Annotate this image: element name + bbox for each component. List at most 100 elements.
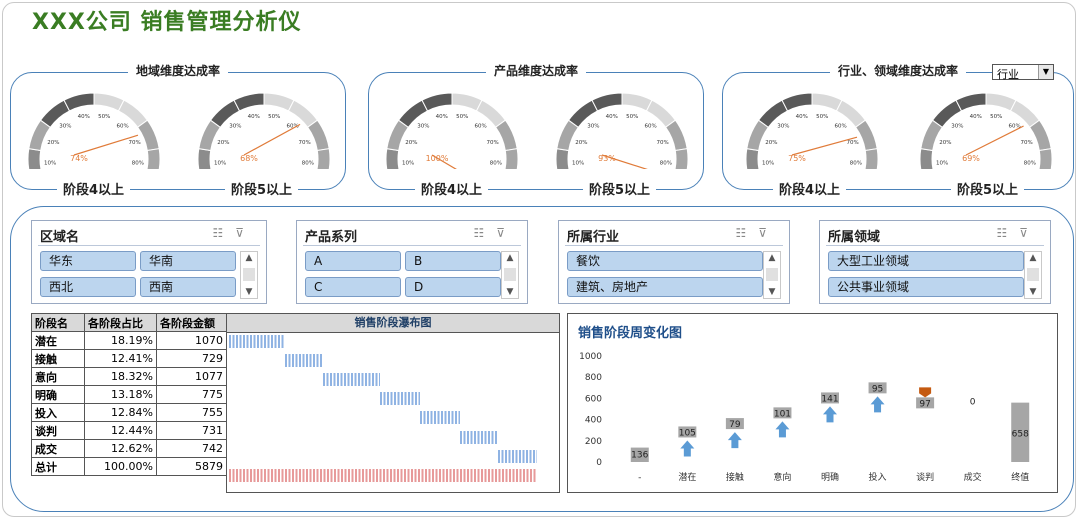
- industry-dimension-select[interactable]: 行业 ▼: [992, 64, 1054, 81]
- gauge-tick-label: 30%: [59, 124, 71, 130]
- slicer-scrollbar[interactable]: ▲ ▼: [1024, 251, 1042, 299]
- waterfall-bar: [379, 392, 421, 406]
- gauge-segment: [136, 119, 160, 152]
- gauge-tick-label: 40%: [606, 114, 618, 120]
- data-label: 141: [821, 394, 838, 404]
- slicer-item-industrial[interactable]: 大型工业领域: [828, 251, 1024, 271]
- gauge-tick-label: 50%: [626, 114, 638, 120]
- chevron-up-icon[interactable]: ▲: [1025, 253, 1041, 263]
- slicer-field: 所属领域 ☷⊽ 大型工业领域 公共事业领域 ▲ ▼: [819, 220, 1051, 304]
- table-row: 意向 18.32% 1077: [31, 367, 227, 386]
- industry-gauge-label-stage4: 阶段4以上: [773, 179, 847, 198]
- slicer-scrollbar[interactable]: ▲ ▼: [501, 251, 519, 299]
- table-cell: 775: [156, 385, 227, 404]
- x-tick-label: 接触: [726, 471, 744, 483]
- gauge-tick-label: 50%: [816, 114, 828, 120]
- increase-arrow: [823, 406, 837, 423]
- table-row: 接触 12.41% 729: [31, 349, 227, 368]
- slicer-scrollbar[interactable]: ▲ ▼: [240, 251, 258, 299]
- gauge-tick-label: 60%: [474, 124, 486, 130]
- waterfall-bar: [285, 354, 324, 368]
- gauge-tick-label: 30%: [229, 124, 241, 130]
- product-gauge-panel: 产品维度达成率 0%10%20%30%40%50%60%70%80%90%100…: [368, 64, 704, 198]
- clear-filter-icon[interactable]: ⊽: [235, 226, 256, 240]
- slicer-item-d[interactable]: D: [405, 277, 501, 297]
- x-tick-label: 投入: [869, 471, 887, 483]
- table-cell: 12.62%: [84, 439, 157, 458]
- gauge-tick-label: 40%: [248, 114, 260, 120]
- chevron-up-icon[interactable]: ▲: [764, 253, 780, 263]
- slicer-field-title: 所属领域: [828, 230, 881, 245]
- increase-arrow: [680, 440, 695, 457]
- gauge-tick-label: 80%: [660, 160, 672, 166]
- gauge-tick-label: 70%: [299, 140, 311, 146]
- gauge-segment: [864, 148, 879, 169]
- slicer-item-huadong[interactable]: 华东: [40, 251, 136, 271]
- increase-arrow: [870, 396, 885, 413]
- industry-gauge-label-stage5: 阶段5以上: [951, 179, 1025, 198]
- multi-select-icon[interactable]: ☷: [212, 226, 235, 240]
- chevron-down-icon[interactable]: ▼: [241, 287, 257, 297]
- waterfall-title: 销售阶段瀑布图: [227, 314, 559, 333]
- slicer-item-b[interactable]: B: [405, 251, 501, 271]
- gauge-segment: [385, 148, 400, 169]
- clear-filter-icon[interactable]: ⊽: [496, 226, 517, 240]
- gauge-tick-label: 70%: [657, 140, 669, 146]
- chevron-down-icon[interactable]: ▼: [502, 287, 518, 297]
- multi-select-icon[interactable]: ☷: [473, 226, 496, 240]
- data-label: 97: [919, 399, 930, 409]
- table-row: 投入 12.84% 755: [31, 403, 227, 422]
- slicer-item-public-utility[interactable]: 公共事业领域: [828, 277, 1024, 297]
- slicer-item-construction[interactable]: 建筑、房地产: [567, 277, 763, 297]
- slicer-item-a[interactable]: A: [305, 251, 401, 271]
- slicer-item-c[interactable]: C: [305, 277, 401, 297]
- region-gauge-stage4: 0%10%20%30%40%50%60%70%80%90%74%: [27, 92, 161, 169]
- chevron-up-icon[interactable]: ▲: [502, 253, 518, 263]
- clear-filter-icon[interactable]: ⊽: [758, 226, 779, 240]
- x-tick-label: 意向: [773, 471, 791, 483]
- gauge-segment: [421, 92, 453, 112]
- slicer-item-xinan[interactable]: 西南: [140, 277, 236, 297]
- gauge-tick-label: 50%: [98, 114, 110, 120]
- gauge-segment: [1028, 119, 1052, 152]
- y-tick-label: 1000: [579, 352, 602, 362]
- slicer-item-huanan[interactable]: 华南: [140, 251, 236, 271]
- gauge-value-label: 68%: [240, 154, 258, 163]
- gauge-tick-label: 70%: [129, 140, 141, 146]
- slicer-item-catering[interactable]: 餐饮: [567, 251, 763, 271]
- gauge-tick-label: 80%: [850, 160, 862, 166]
- gauge-tick-label: 20%: [405, 140, 417, 146]
- chevron-down-icon[interactable]: ▼: [764, 287, 780, 297]
- data-label: 658: [1012, 429, 1029, 439]
- gauge-value-label: 69%: [962, 154, 980, 163]
- chevron-down-icon[interactable]: ▼: [1025, 287, 1041, 297]
- gauge-tick-label: 30%: [417, 124, 429, 130]
- gauge-segment: [197, 148, 212, 169]
- product-gauge-label-stage4: 阶段4以上: [415, 179, 489, 198]
- gauge-value-label: 100%: [426, 154, 449, 163]
- gauge-tick-label: 50%: [268, 114, 280, 120]
- gauge-tick-label: 60%: [116, 124, 128, 130]
- industry-panel-title: 行业、领域维度达成率: [829, 64, 966, 78]
- slicer-item-xibei[interactable]: 西北: [40, 277, 136, 297]
- waterfall-chart: 销售阶段瀑布图: [226, 313, 560, 493]
- table-cell: 潜在: [31, 331, 85, 350]
- multi-select-icon[interactable]: ☷: [735, 226, 758, 240]
- gauge-tick-label: 30%: [587, 124, 599, 130]
- gauge-segment: [1038, 148, 1053, 169]
- table-cell: 731: [156, 421, 227, 440]
- gauge-tick-label: 40%: [436, 114, 448, 120]
- y-tick-label: 200: [585, 437, 602, 447]
- gauge-tick-label: 70%: [487, 140, 499, 146]
- slicer-scrollbar[interactable]: ▲ ▼: [763, 251, 781, 299]
- gauge-tick-label: 70%: [847, 140, 859, 146]
- gauge-value-label: 93%: [598, 154, 616, 163]
- chevron-up-icon[interactable]: ▲: [241, 253, 257, 263]
- clear-filter-icon[interactable]: ⊽: [1019, 226, 1040, 240]
- chevron-down-icon[interactable]: ▼: [1038, 65, 1053, 79]
- gauge-tick-label: 20%: [47, 140, 59, 146]
- slicer-product: 产品系列 ☷⊽ A B C D ▲ ▼: [296, 220, 528, 304]
- multi-select-icon[interactable]: ☷: [996, 226, 1019, 240]
- slicer-industry: 所属行业 ☷⊽ 餐饮 建筑、房地产 ▲ ▼: [558, 220, 790, 304]
- table-row: 谈判 12.44% 731: [31, 421, 227, 440]
